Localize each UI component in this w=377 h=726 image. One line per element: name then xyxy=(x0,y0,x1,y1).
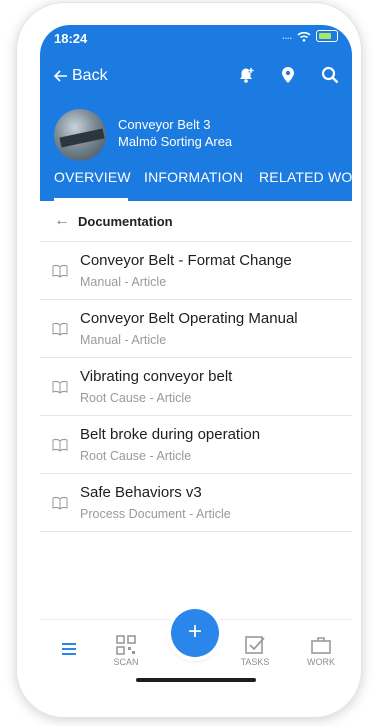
book-icon xyxy=(52,264,68,278)
work-button[interactable]: WORK xyxy=(296,635,346,667)
book-icon xyxy=(52,322,68,336)
notification-add-icon[interactable] xyxy=(236,65,256,85)
signal-dots: .... xyxy=(281,31,292,41)
document-type: Manual - Article xyxy=(80,333,167,347)
status-bar: 18:24 .... xyxy=(40,25,352,49)
back-label: Back xyxy=(72,67,108,84)
document-title: Vibrating conveyor belt xyxy=(80,368,233,385)
home-indicator xyxy=(136,678,256,682)
document-type: Root Cause - Article xyxy=(80,391,192,405)
status-indicators: .... xyxy=(282,30,338,42)
document-title: Conveyor Belt - Format Change xyxy=(80,252,292,269)
tab-overview[interactable]: OVERVIEW xyxy=(54,169,131,185)
wifi-icon xyxy=(297,31,311,42)
document-type: Root Cause - Article xyxy=(80,449,192,463)
nav-actions xyxy=(236,65,340,85)
list-item[interactable]: Belt broke during operation Root Cause -… xyxy=(40,416,352,474)
document-list: Conveyor Belt - Format Change Manual - A… xyxy=(40,242,352,532)
tasks-label: TASKS xyxy=(240,657,270,667)
app-screen: 18:24 .... Back Conveyor Belt 3 Malmö So… xyxy=(40,25,352,697)
asset-name: Conveyor Belt 3 xyxy=(118,117,211,132)
document-type: Manual - Article xyxy=(80,275,167,289)
back-arrow-icon xyxy=(54,70,67,82)
tasks-button[interactable]: TASKS xyxy=(230,635,280,667)
tab-information[interactable]: INFORMATION xyxy=(144,169,243,185)
tab-bar: OVERVIEW INFORMATION RELATED WO xyxy=(40,169,352,201)
scan-button[interactable]: SCAN xyxy=(101,635,151,667)
book-icon xyxy=(52,438,68,452)
book-icon xyxy=(52,380,68,394)
list-item[interactable]: Conveyor Belt Operating Manual Manual - … xyxy=(40,300,352,358)
document-type: Process Document - Article xyxy=(80,507,231,521)
asset-area: Malmö Sorting Area xyxy=(118,134,233,149)
document-title: Conveyor Belt Operating Manual xyxy=(80,310,298,327)
nav-bar: Back xyxy=(40,63,352,91)
search-icon[interactable] xyxy=(320,65,340,85)
checkbox-tasks-icon xyxy=(245,636,265,654)
asset-avatar xyxy=(54,109,106,161)
battery-icon xyxy=(316,30,338,42)
section-back-icon[interactable]: ← xyxy=(54,212,70,230)
tab-related-work[interactable]: RELATED WO xyxy=(259,169,352,185)
section-title: Documentation xyxy=(78,214,173,229)
status-time: 18:24 xyxy=(54,31,88,46)
qr-code-icon xyxy=(116,635,136,655)
document-title: Belt broke during operation xyxy=(80,426,261,443)
active-tab-indicator xyxy=(54,198,128,201)
menu-button[interactable] xyxy=(44,643,94,657)
add-button[interactable]: + xyxy=(171,609,219,657)
work-label: WORK xyxy=(307,657,335,667)
section-header: ← Documentation xyxy=(40,203,352,242)
scan-label: SCAN xyxy=(113,657,139,667)
hamburger-menu-icon xyxy=(62,643,76,655)
document-title: Safe Behaviors v3 xyxy=(80,484,202,501)
list-item[interactable]: Vibrating conveyor belt Root Cause - Art… xyxy=(40,358,352,416)
list-item[interactable]: Conveyor Belt - Format Change Manual - A… xyxy=(40,242,352,300)
list-item[interactable]: Safe Behaviors v3 Process Document - Art… xyxy=(40,474,352,532)
back-button[interactable]: Back xyxy=(54,67,108,85)
asset-card[interactable]: Conveyor Belt 3 Malmö Sorting Area xyxy=(54,109,344,161)
location-pin-icon[interactable] xyxy=(278,65,298,85)
app-header: 18:24 .... Back Conveyor Belt 3 Malmö So… xyxy=(40,25,352,201)
book-icon xyxy=(52,496,68,510)
briefcase-icon xyxy=(311,637,331,654)
